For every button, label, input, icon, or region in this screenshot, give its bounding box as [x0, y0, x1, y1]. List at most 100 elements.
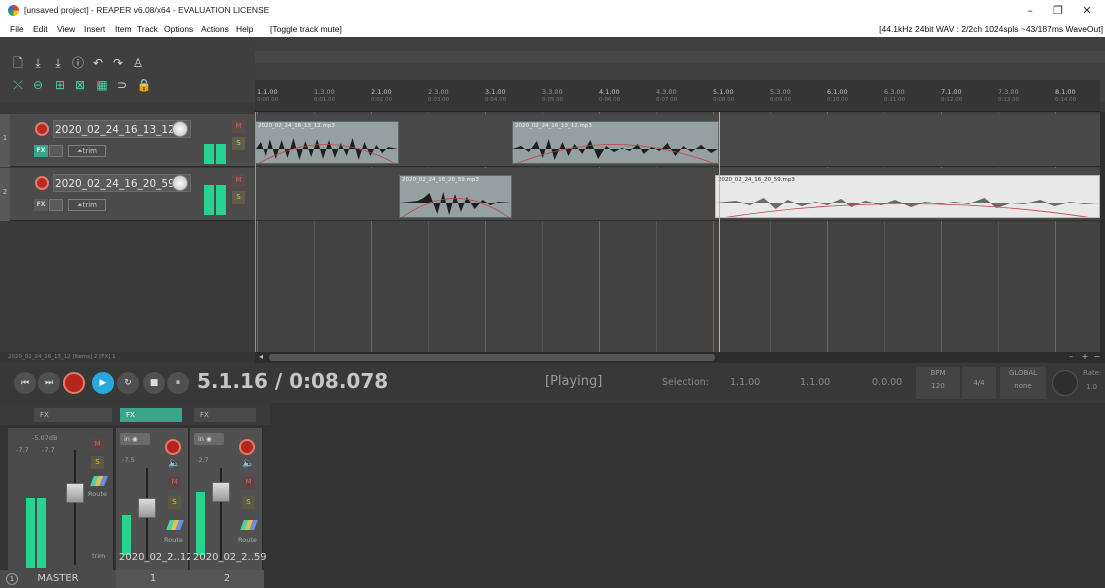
- arrange-view[interactable]: 2020_02_24_16_13_12.mp3 2020_02_24_16_13…: [255, 112, 1100, 352]
- save-project-icon[interactable]: ⤓: [50, 55, 66, 71]
- solo-button[interactable]: S: [168, 496, 181, 509]
- solo-button[interactable]: S: [232, 137, 245, 150]
- ruler-mark[interactable]: 1.3.00 0:01.00: [314, 88, 335, 104]
- master-route-button[interactable]: Route: [88, 490, 107, 498]
- project-settings-icon[interactable]: ⓘ: [70, 55, 86, 71]
- scrollbar-thumb[interactable]: [269, 354, 715, 361]
- menu-track[interactable]: Track: [137, 24, 158, 34]
- menu-help[interactable]: Help: [236, 24, 253, 34]
- grid-icon[interactable]: ▦: [94, 77, 110, 93]
- track-name-field[interactable]: 2020_02_24_16_13_12: [53, 120, 191, 138]
- menu-view[interactable]: View: [57, 24, 75, 34]
- master-trim-button[interactable]: trim: [92, 552, 105, 560]
- item-grouping-icon[interactable]: ⊖: [30, 77, 46, 93]
- repeat-icon[interactable]: ↻: [117, 372, 139, 394]
- master-fx-slot[interactable]: FX: [34, 408, 112, 422]
- open-project-icon[interactable]: ⤓: [30, 55, 46, 71]
- trim-button[interactable]: ⏶trim: [68, 199, 106, 211]
- fx-bypass-button[interactable]: [49, 199, 63, 211]
- media-item[interactable]: 2020_02_24_16_13_12.mp3: [255, 121, 399, 164]
- menu-options[interactable]: Options: [164, 24, 193, 34]
- volume-knob[interactable]: [172, 175, 188, 191]
- menu-actions[interactable]: Actions: [201, 24, 229, 34]
- mute-button[interactable]: M: [168, 476, 181, 489]
- fx-button[interactable]: FX: [34, 145, 48, 157]
- strip-volume-readout[interactable]: -7.5: [122, 456, 135, 464]
- horizontal-scrollbar[interactable]: ◂ – + −: [255, 352, 1105, 363]
- solo-button[interactable]: S: [242, 496, 255, 509]
- strip-fader[interactable]: [138, 498, 156, 518]
- track-1-footer[interactable]: 1: [116, 570, 190, 588]
- play-cursor[interactable]: [719, 112, 720, 352]
- master-footer[interactable]: 1 MASTER: [0, 570, 116, 588]
- media-item[interactable]: 2020_02_24_16_20_59.mp3: [399, 175, 512, 218]
- master-volume-readout[interactable]: -5.07dB: [32, 434, 57, 442]
- record-arm-button[interactable]: [35, 122, 49, 136]
- close-button[interactable]: ✕: [1073, 3, 1101, 19]
- track-name-field[interactable]: 2020_02_24_16_20_59: [53, 174, 191, 192]
- ruler-mark[interactable]: 4.1.00 0:06.00: [599, 88, 620, 104]
- selection-length[interactable]: 0.0.00: [872, 377, 902, 388]
- record-arm-button[interactable]: [239, 439, 255, 455]
- position-display[interactable]: 5.1.16 / 0:08.078: [197, 369, 388, 393]
- speaker-icon[interactable]: 🔈: [168, 458, 180, 469]
- mute-button[interactable]: M: [232, 120, 245, 133]
- global-automation[interactable]: GLOBAL none: [1000, 367, 1046, 399]
- zoom-in-icon[interactable]: +: [1081, 353, 1089, 361]
- ruler-mark[interactable]: 1.1.00 0:00.00: [257, 88, 278, 104]
- vertical-scrollbar[interactable]: [1100, 112, 1105, 352]
- input-select[interactable]: in ◉: [194, 433, 224, 445]
- phase-icon[interactable]: [90, 476, 108, 486]
- play-button[interactable]: ▶: [92, 372, 114, 394]
- timeline-ruler[interactable]: 1.1.00 0:00.00 1.3.00 0:01.00 2.1.00 0:02.00 2…: [255, 80, 1100, 112]
- record-arm-button[interactable]: [165, 439, 181, 455]
- ruler-mark[interactable]: 2.1.00 0:02.00: [371, 88, 392, 104]
- selection-start[interactable]: 1.1.00: [730, 377, 760, 388]
- metronome-icon[interactable]: ♙: [130, 55, 146, 71]
- mute-button[interactable]: M: [232, 174, 245, 187]
- ruler-mark[interactable]: 3.3.00 0:05.00: [542, 88, 563, 104]
- new-project-icon[interactable]: 🗋: [10, 55, 26, 71]
- speaker-icon[interactable]: 🔈: [242, 458, 254, 469]
- menu-insert[interactable]: Insert: [84, 24, 105, 34]
- fx-button[interactable]: FX: [34, 199, 48, 211]
- ruler-mark[interactable]: 8.1.00 0:14.00: [1055, 88, 1076, 104]
- ruler-mark[interactable]: 6.3.00 0:11.00: [884, 88, 905, 104]
- media-item-selected[interactable]: 2020_02_24_16_20_59.mp3: [715, 175, 1100, 218]
- fx-bypass-button[interactable]: [49, 145, 63, 157]
- track-1-header[interactable]: 1 2020_02_24_16_13_12 FX ⏶trim M S: [0, 114, 255, 167]
- lock-icon[interactable]: 🔒: [136, 77, 152, 93]
- record-button[interactable]: [63, 372, 85, 394]
- pause-icon[interactable]: ⏸: [167, 372, 189, 394]
- strip-volume-readout[interactable]: -2.7: [196, 456, 209, 464]
- trim-button[interactable]: ⏶trim: [68, 145, 106, 157]
- audio-device-status[interactable]: [44.1kHz 24bit WAV : 2/2ch 1024spls ~43/…: [879, 24, 1103, 34]
- minimize-button[interactable]: –: [1016, 3, 1044, 19]
- ripple-edit-icon[interactable]: ⤬: [10, 77, 26, 93]
- record-arm-button[interactable]: [35, 176, 49, 190]
- route-button[interactable]: Route: [238, 536, 257, 544]
- auto-crossfade-icon[interactable]: ⊠: [72, 77, 88, 93]
- menu-file[interactable]: File: [10, 24, 24, 34]
- input-select[interactable]: in ◉: [120, 433, 150, 445]
- ruler-mark[interactable]: 7.1.00 0:12.00: [941, 88, 962, 104]
- solo-button[interactable]: S: [232, 191, 245, 204]
- undo-icon[interactable]: ↶: [90, 55, 106, 71]
- go-to-end-icon[interactable]: ⏭: [38, 372, 60, 394]
- ruler-mark[interactable]: 7.3.00 0:13.00: [998, 88, 1019, 104]
- ruler-mark[interactable]: 3.1.00 0:04.00: [485, 88, 506, 104]
- maximize-button[interactable]: ❐: [1044, 3, 1072, 19]
- route-button[interactable]: Route: [164, 536, 183, 544]
- ruler-mark[interactable]: 5.3.00 0:09.00: [770, 88, 791, 104]
- snap-grid-icon[interactable]: ⊞: [52, 77, 68, 93]
- ruler-mark[interactable]: 2.3.00 0:03.00: [428, 88, 449, 104]
- loop-icon[interactable]: ⊃: [114, 77, 130, 93]
- master-mute-button[interactable]: M: [91, 438, 104, 451]
- menu-item[interactable]: Item: [115, 24, 132, 34]
- selection-end[interactable]: 1.1.00: [800, 377, 830, 388]
- media-item[interactable]: 2020_02_24_16_13_12.mp3: [512, 121, 719, 164]
- master-info-icon[interactable]: 1: [6, 573, 18, 585]
- ruler-mark[interactable]: 4.3.00 0:07.00: [656, 88, 677, 104]
- volume-knob[interactable]: [172, 121, 188, 137]
- phase-icon[interactable]: [240, 520, 258, 530]
